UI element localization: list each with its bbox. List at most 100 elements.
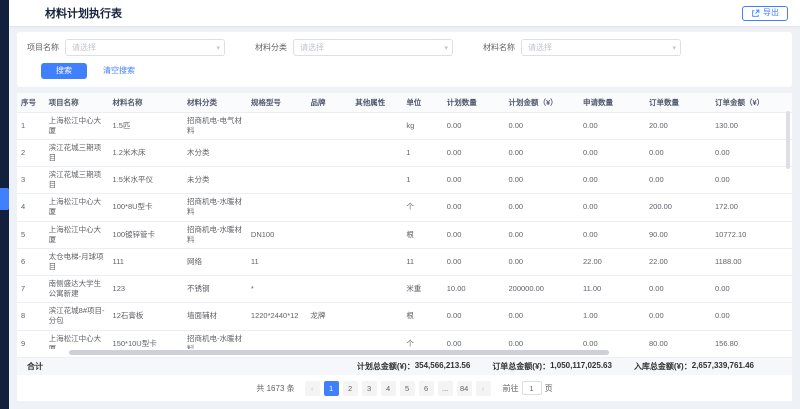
column-header: 规格型号 <box>247 93 307 113</box>
table-cell: 网络 <box>183 248 247 275</box>
page-button[interactable]: 3 <box>362 381 377 396</box>
table-cell: 未分类 <box>183 167 247 194</box>
table-cell: 7 <box>17 276 45 303</box>
table-cell: 10772.10 <box>711 221 792 248</box>
goto-unit: 页 <box>545 383 553 394</box>
table-cell: 0.00 <box>443 139 505 166</box>
table-cell <box>307 112 352 139</box>
sidebar-collapsed <box>0 0 9 409</box>
table-row[interactable]: 7南侧盛达大学生公寓新建123不锈钢*米重10.00200000.0011.00… <box>17 276 792 303</box>
table-cell: 111 <box>109 248 184 275</box>
column-header: 单位 <box>402 93 442 113</box>
page-button[interactable]: 4 <box>381 381 396 396</box>
table-cell: 9 <box>17 330 45 349</box>
clear-search-link[interactable]: 清空搜索 <box>103 65 135 76</box>
table-cell: 20.00 <box>645 112 711 139</box>
table-row[interactable]: 5上海松江中心大厦100镀锌管卡招商机电-水暖材料DN100根0.000.000… <box>17 221 792 248</box>
table-cell: 0.00 <box>505 194 580 221</box>
table-row[interactable]: 9上海松江中心大厦150*10U型卡招商机电-水暖材料个0.000.000.00… <box>17 330 792 349</box>
table-cell: 0.00 <box>505 139 580 166</box>
project-select-input[interactable] <box>66 43 224 52</box>
table-cell: 80.00 <box>645 330 711 349</box>
goto-page: 前往 页 <box>503 381 553 395</box>
goto-label: 前往 <box>503 383 519 394</box>
table-cell <box>307 139 352 166</box>
filter-field-project: 项目名称 ▾ <box>27 39 225 56</box>
table-row[interactable]: 2滨江花城三期项目1.2米木床木分类10.000.000.000.000.00 <box>17 139 792 166</box>
pagination: 共 1673 条 ‹ 123456...84 › 前往 页 <box>17 375 792 401</box>
table-cell: 0.00 <box>443 112 505 139</box>
table-cell <box>351 330 402 349</box>
table-cell <box>307 330 352 349</box>
table-cell <box>351 194 402 221</box>
table-cell: 11 <box>402 248 442 275</box>
page-button[interactable]: 1 <box>324 381 339 396</box>
table-cell: 0.00 <box>443 303 505 330</box>
page-button[interactable]: 84 <box>457 381 472 396</box>
summary-totals: 计划总金额(¥)： 354,566,213.56 订单总金额(¥)： 1,050… <box>357 361 754 372</box>
table-cell: 0.00 <box>579 167 645 194</box>
filter-actions: 搜索 清空搜索 <box>27 63 782 79</box>
prev-page-button[interactable]: ‹ <box>305 381 320 396</box>
table-cell: 上海松江中心大厦 <box>45 194 109 221</box>
next-page-button[interactable]: › <box>476 381 491 396</box>
material-select-input[interactable] <box>522 43 680 52</box>
page-button[interactable]: 6 <box>419 381 434 396</box>
export-button[interactable]: 导出 <box>742 6 788 21</box>
goto-page-input[interactable] <box>522 381 542 395</box>
inbound-total: 入库总金额(¥)： 2,657,339,761.46 <box>634 361 754 372</box>
horizontal-scrollbar[interactable] <box>69 350 609 355</box>
category-select-input[interactable] <box>294 43 452 52</box>
table-row[interactable]: 6太仓电梯-月球项目111网络11110.000.0022.0022.00118… <box>17 248 792 275</box>
table-cell: 90.00 <box>645 221 711 248</box>
table-cell: 0.00 <box>645 276 711 303</box>
table-cell: 0.00 <box>505 112 580 139</box>
vertical-scrollbar[interactable] <box>786 111 790 169</box>
table-cell: 太仓电梯-月球项目 <box>45 248 109 275</box>
table-cell: 不锈钢 <box>183 276 247 303</box>
table-row[interactable]: 4上海松江中心大厦100*8U型卡招商机电-水暖材料个0.000.000.002… <box>17 194 792 221</box>
table-cell: 0.00 <box>443 330 505 349</box>
table-cell: kg <box>402 112 442 139</box>
table-cell: 200.00 <box>645 194 711 221</box>
table-cell: 6 <box>17 248 45 275</box>
table-cell: 12石膏板 <box>109 303 184 330</box>
table-cell: 墙面辅材 <box>183 303 247 330</box>
column-header: 品牌 <box>307 93 352 113</box>
table-cell <box>247 194 307 221</box>
table-cell: 2 <box>17 139 45 166</box>
search-button[interactable]: 搜索 <box>41 63 87 79</box>
table-row[interactable]: 1上海松江中心大厦1.5匹招商机电-电气材料kg0.000.000.0020.0… <box>17 112 792 139</box>
planned-total-value: 354,566,213.56 <box>415 361 471 372</box>
table-cell: 个 <box>402 330 442 349</box>
category-select[interactable]: ▾ <box>293 39 453 56</box>
order-total-value: 1,050,117,025.63 <box>550 361 612 372</box>
page-button[interactable]: 5 <box>400 381 415 396</box>
table-cell: * <box>247 276 307 303</box>
material-select[interactable]: ▾ <box>521 39 681 56</box>
table-cell <box>307 248 352 275</box>
table-cell: 150*10U型卡 <box>109 330 184 349</box>
table-cell: 米重 <box>402 276 442 303</box>
table-cell: 招商机电-电气材料 <box>183 112 247 139</box>
main-area: 材料计划执行表 导出 项目名称 ▾ <box>9 0 800 409</box>
table-cell: 11 <box>247 248 307 275</box>
table-cell: 0.00 <box>443 221 505 248</box>
table-row[interactable]: 3滨江花城三期项目1.5米水平仪未分类10.000.000.000.000.00 <box>17 167 792 194</box>
column-header: 申请数量 <box>579 93 645 113</box>
project-select[interactable]: ▾ <box>65 39 225 56</box>
table-cell: 1 <box>402 139 442 166</box>
table-cell: 滨江花城8#项目-分包 <box>45 303 109 330</box>
table-cell: 招商机电-水暖材料 <box>183 194 247 221</box>
table-row[interactable]: 8滨江花城8#项目-分包12石膏板墙面辅材1220*2440*12龙牌根0.00… <box>17 303 792 330</box>
table-cell: 100*8U型卡 <box>109 194 184 221</box>
table-cell: 木分类 <box>183 139 247 166</box>
table-cell <box>351 139 402 166</box>
table-cell: 根 <box>402 303 442 330</box>
planned-total: 计划总金额(¥)： 354,566,213.56 <box>357 361 470 372</box>
inbound-total-value: 2,657,339,761.46 <box>692 361 754 372</box>
table-scroll-area[interactable]: 序号项目名称材料名称材料分类规格型号品牌其他属性单位计划数量计划金额（¥）申请数… <box>17 93 792 349</box>
page-button[interactable]: 2 <box>343 381 358 396</box>
table-cell: 0.00 <box>505 330 580 349</box>
sidebar-expand-handle[interactable] <box>0 188 9 210</box>
